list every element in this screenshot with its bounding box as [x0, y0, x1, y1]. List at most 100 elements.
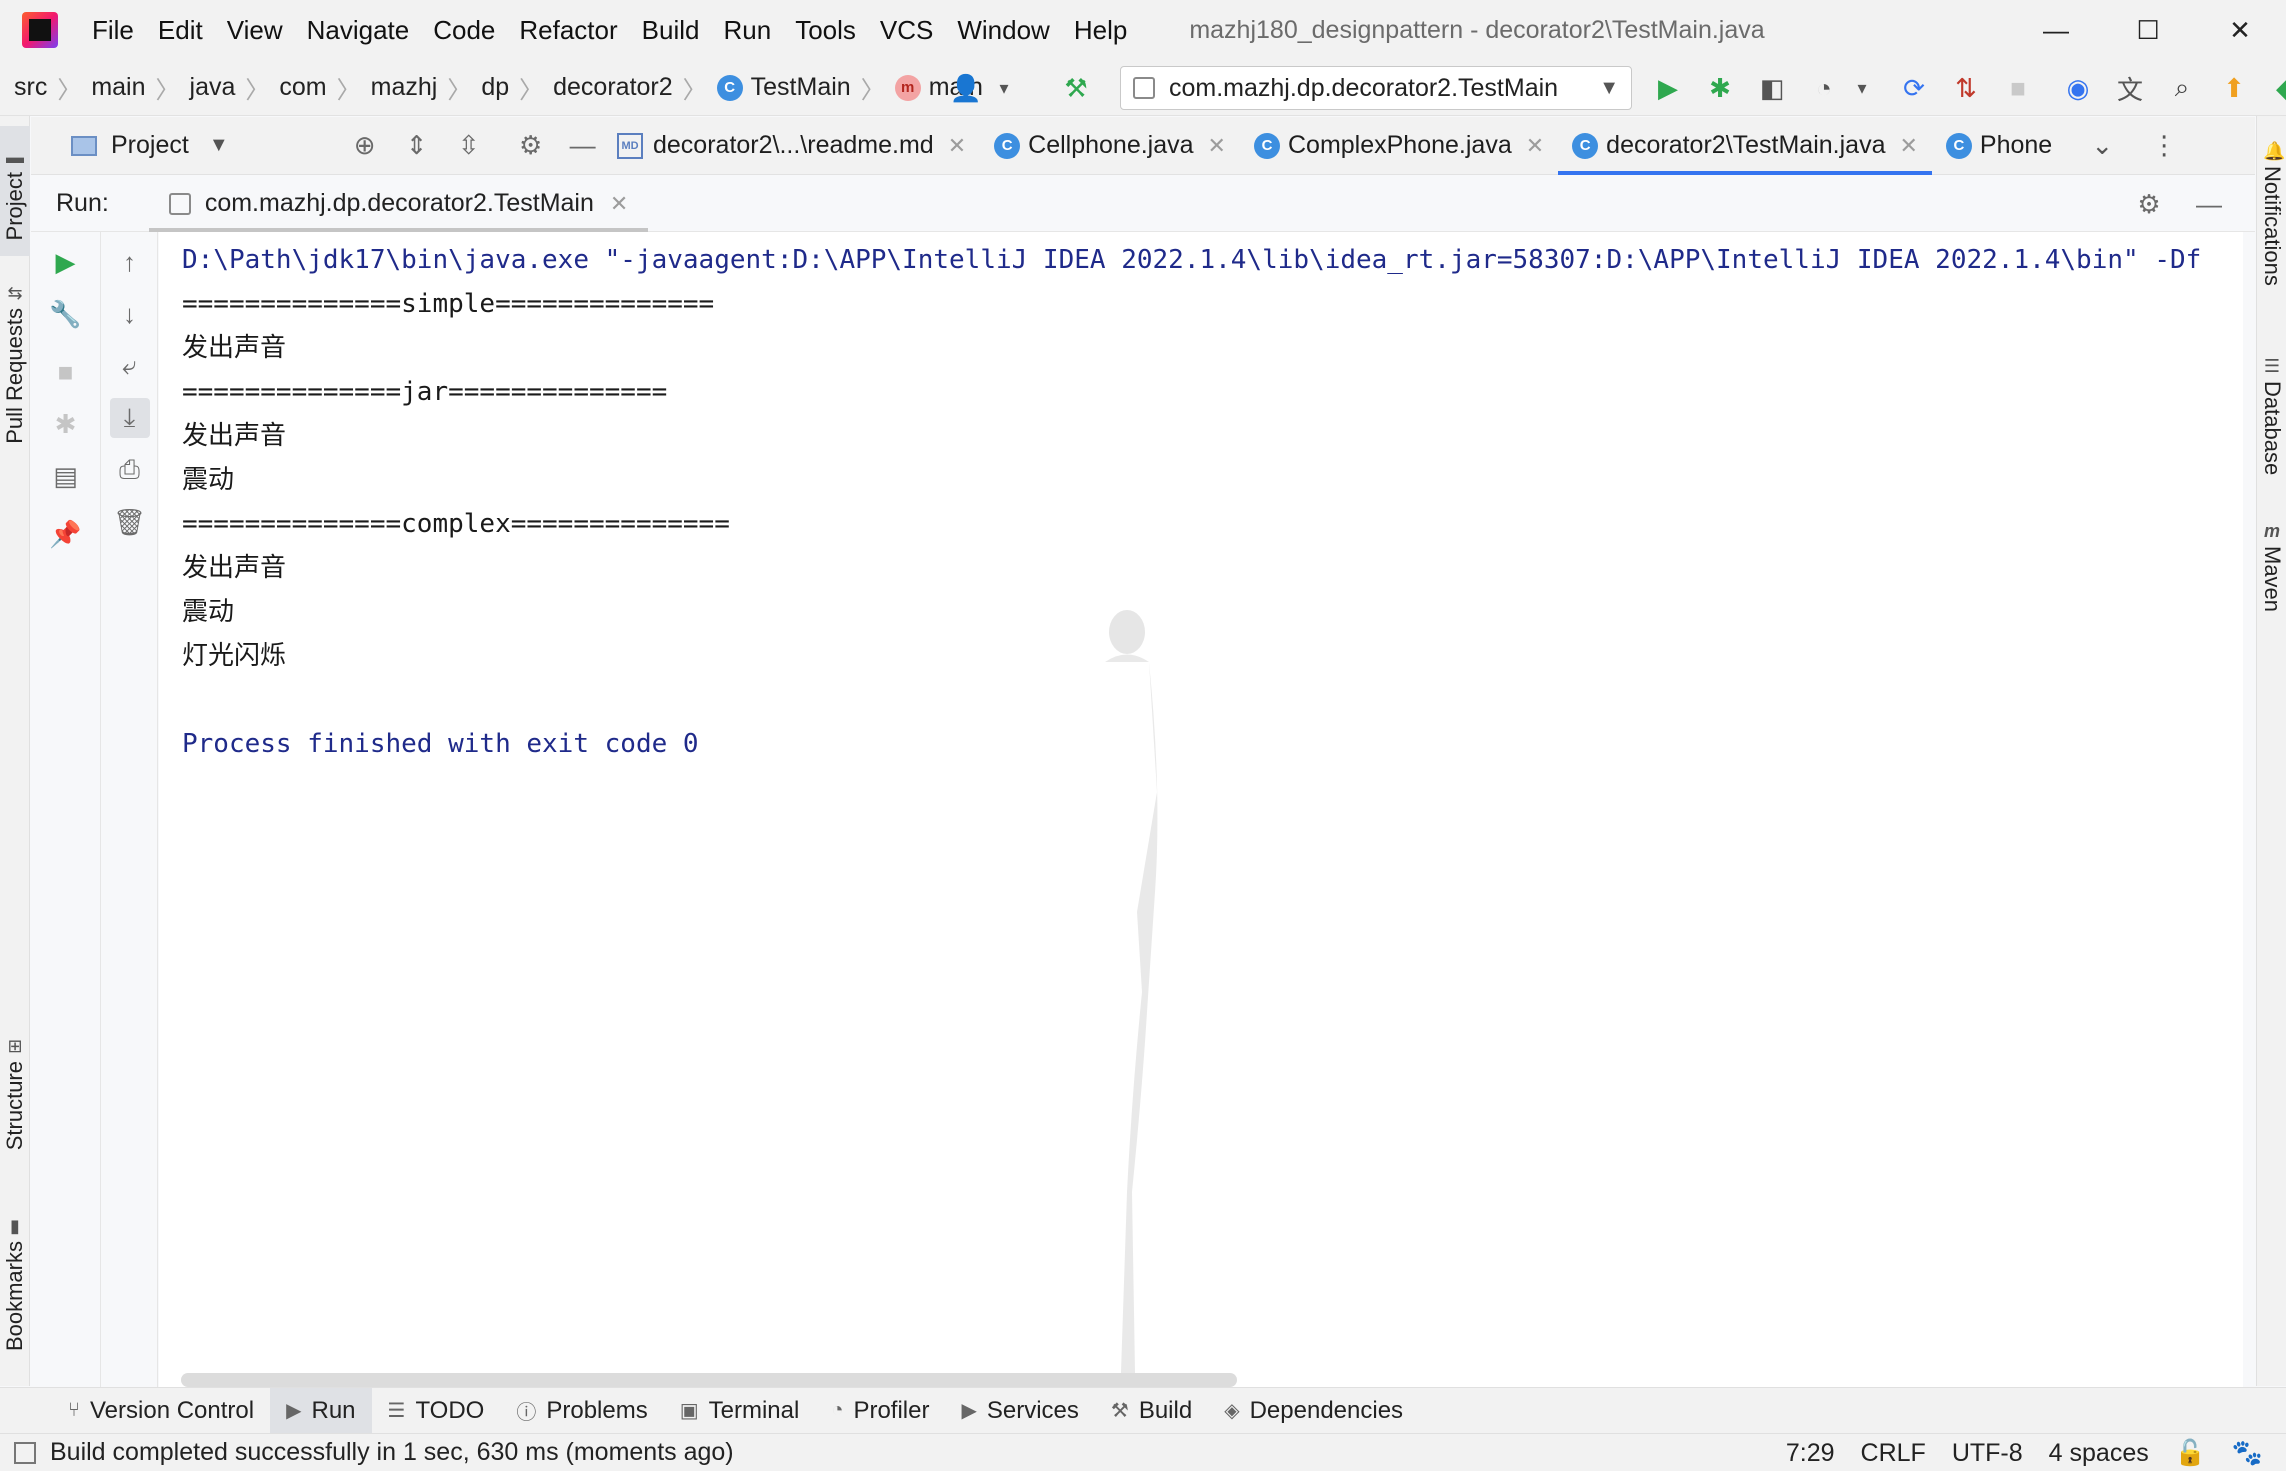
breadcrumb-main[interactable]: main — [91, 73, 145, 102]
breadcrumb-com[interactable]: com — [279, 73, 326, 102]
menu-view[interactable]: View — [215, 0, 295, 60]
tab-complexphone[interactable]: C ComplexPhone.java ✕ — [1240, 117, 1558, 175]
debug-icon[interactable]: ✱ — [1700, 68, 1740, 108]
update-running-icon[interactable]: ⟳ — [1894, 68, 1934, 108]
chevron-down-icon[interactable]: ▼ — [209, 134, 229, 157]
run-icon[interactable]: ▶ — [1648, 68, 1688, 108]
layout-icon[interactable]: ▤ — [46, 456, 86, 496]
more-vertical-icon[interactable]: ⋮ — [2144, 126, 2184, 166]
close-tab-icon[interactable]: ✕ — [1208, 133, 1226, 159]
stop-icon[interactable]: ■ — [1998, 68, 2038, 108]
tab-build[interactable]: ⚒ Build — [1095, 1388, 1208, 1434]
toolbox-icon[interactable]: ◆ — [2266, 68, 2286, 108]
menu-navigate[interactable]: Navigate — [295, 0, 422, 60]
menu-edit[interactable]: Edit — [146, 0, 215, 60]
menu-code[interactable]: Code — [421, 0, 507, 60]
close-tab-icon[interactable]: ✕ — [948, 133, 966, 159]
project-panel-label[interactable]: Project — [111, 131, 189, 160]
tab-cellphone[interactable]: C Cellphone.java ✕ — [980, 117, 1240, 175]
coverage-icon[interactable]: ◧ — [1752, 68, 1792, 108]
structure-tool-tab[interactable]: ⊞ Structure — [0, 1026, 30, 1156]
bookmarks-tool-tab[interactable]: ▮ Bookmarks — [0, 1206, 30, 1356]
tab-profiler[interactable]: ◔ Profiler — [815, 1388, 945, 1434]
run-configuration-select[interactable]: com.mazhj.dp.decorator2.TestMain ▼ — [1120, 66, 1632, 110]
collapse-all-icon[interactable]: ⇳ — [451, 126, 487, 166]
scroll-to-end-icon[interactable]: ⤓ — [109, 398, 150, 438]
gear-icon[interactable]: ⚙ — [2129, 184, 2169, 224]
paw-icon[interactable]: 🐾 — [2232, 1439, 2263, 1468]
minimize-panel-icon[interactable]: — — [2189, 184, 2229, 224]
run-session-tab[interactable]: com.mazhj.dp.decorator2.TestMain ✕ — [148, 176, 649, 232]
chevron-down-icon[interactable]: ⌄ — [2082, 126, 2122, 166]
chevron-down-icon[interactable]: ▾ — [984, 68, 1024, 108]
close-button[interactable]: ✕ — [2194, 0, 2286, 60]
breadcrumb-decorator2[interactable]: decorator2 — [553, 73, 673, 102]
tab-todo[interactable]: ☰ TODO — [372, 1388, 501, 1434]
line-separator[interactable]: CRLF — [1861, 1439, 1926, 1468]
tab-services[interactable]: ▶ Services — [945, 1388, 1094, 1434]
tab-terminal[interactable]: ▣ Terminal — [664, 1388, 816, 1434]
restore-icon[interactable]: ✱ — [46, 404, 86, 444]
lock-icon[interactable]: 🔓 — [2175, 1439, 2206, 1468]
menu-help[interactable]: Help — [1062, 0, 1139, 60]
breadcrumb-src[interactable]: src — [14, 73, 47, 102]
trash-icon[interactable]: 🗑 — [110, 502, 150, 542]
tab-problems[interactable]: ⓘ Problems — [500, 1388, 663, 1434]
breadcrumb-java[interactable]: java — [190, 73, 236, 102]
menu-vcs[interactable]: VCS — [868, 0, 945, 60]
code-with-me-icon[interactable]: ◉ — [2058, 68, 2098, 108]
translate-icon[interactable]: 文 — [2110, 68, 2150, 108]
profile-icon[interactable]: ◔ — [1804, 68, 1844, 108]
search-icon[interactable]: ⌕ — [2162, 68, 2202, 108]
database-tool-tab[interactable]: ☰ Database — [2257, 351, 2286, 501]
indent-setting[interactable]: 4 spaces — [2049, 1439, 2149, 1468]
print-icon[interactable]: ⎙ — [110, 450, 150, 490]
maven-tool-tab[interactable]: m Maven — [2257, 516, 2286, 646]
update-icon[interactable]: ⬆ — [2214, 68, 2254, 108]
minimize-button[interactable]: — — [2010, 0, 2102, 60]
tab-phone[interactable]: C Phone — [1932, 117, 2066, 175]
build-artifacts-icon[interactable]: ⇅ — [1946, 68, 1986, 108]
menu-refactor[interactable]: Refactor — [507, 0, 629, 60]
breadcrumb-mazhj[interactable]: mazhj — [371, 73, 438, 102]
menu-window[interactable]: Window — [945, 0, 1061, 60]
notifications-tool-tab[interactable]: 🔔 Notifications — [2257, 136, 2286, 336]
wrench-icon[interactable]: 🔧 — [46, 294, 86, 334]
tab-version-control[interactable]: ⑂ Version Control — [52, 1388, 270, 1434]
file-encoding[interactable]: UTF-8 — [1952, 1439, 2023, 1468]
status-message[interactable]: Build completed successfully in 1 sec, 6… — [50, 1438, 734, 1467]
pull-requests-tool-tab[interactable]: ⇆ Pull Requests — [0, 276, 30, 446]
chevron-down-icon[interactable]: ▾ — [1842, 68, 1882, 108]
user-icon[interactable]: 👤 — [946, 68, 986, 108]
minimize-panel-icon[interactable]: — — [565, 126, 601, 166]
build-hammer-icon[interactable]: ⚒ — [1056, 68, 1096, 108]
tab-testmain[interactable]: C decorator2\TestMain.java ✕ — [1558, 117, 1932, 175]
locate-icon[interactable]: ⊕ — [347, 126, 383, 166]
arrow-up-icon[interactable]: ↑ — [110, 242, 150, 282]
tab-run[interactable]: ▶ Run — [270, 1387, 372, 1434]
project-tool-tab[interactable]: ▬ Project — [0, 126, 30, 256]
menu-file[interactable]: File — [80, 0, 146, 60]
caret-position[interactable]: 7:29 — [1786, 1439, 1835, 1468]
horizontal-scrollbar[interactable] — [181, 1373, 1237, 1387]
stop-icon[interactable]: ■ — [46, 352, 86, 392]
expand-all-icon[interactable]: ⇕ — [399, 126, 435, 166]
toggle-tool-windows-icon[interactable] — [14, 1441, 36, 1464]
pin-icon[interactable]: 📌 — [46, 514, 86, 554]
menu-tools[interactable]: Tools — [783, 0, 868, 60]
menu-run[interactable]: Run — [711, 0, 783, 60]
console-output[interactable]: D:\Path\jdk17\bin\java.exe "-javaagent:D… — [159, 232, 2243, 1387]
rerun-icon[interactable]: ▶ — [46, 242, 86, 282]
maximize-button[interactable]: ☐ — [2102, 0, 2194, 60]
arrow-down-icon[interactable]: ↓ — [110, 294, 150, 334]
close-tab-icon[interactable]: ✕ — [1526, 133, 1544, 159]
gear-icon[interactable]: ⚙ — [513, 126, 549, 166]
menu-build[interactable]: Build — [630, 0, 712, 60]
tab-dependencies[interactable]: ◈ Dependencies — [1208, 1388, 1419, 1434]
breadcrumb-dp[interactable]: dp — [481, 73, 509, 102]
soft-wrap-icon[interactable]: ⤶ — [110, 346, 150, 386]
breadcrumb-testmain[interactable]: C TestMain — [716, 73, 851, 102]
close-tab-icon[interactable]: ✕ — [1899, 133, 1917, 159]
tab-readme[interactable]: MD decorator2\...\readme.md ✕ — [603, 117, 980, 175]
close-tab-icon[interactable]: ✕ — [610, 191, 628, 217]
